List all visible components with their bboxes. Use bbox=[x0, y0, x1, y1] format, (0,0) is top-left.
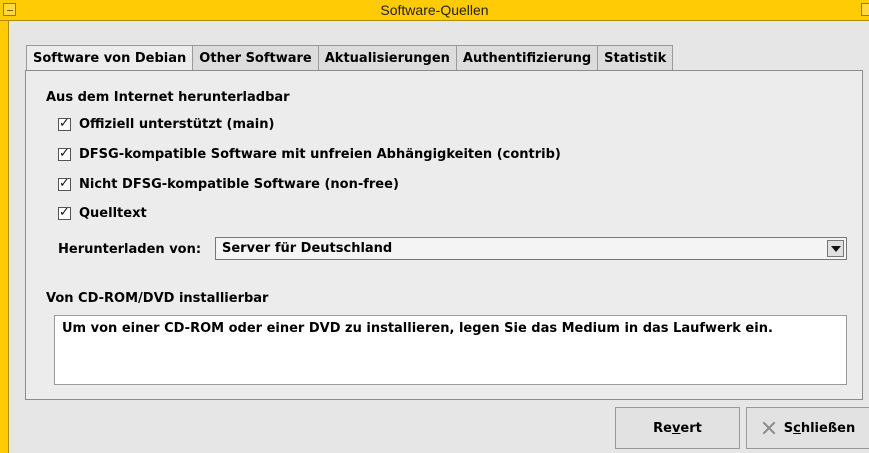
window-control-button[interactable] bbox=[861, 3, 869, 16]
checkbox-contrib-box[interactable] bbox=[58, 146, 71, 161]
checkbox-quelltext-label[interactable]: Quelltext bbox=[79, 206, 147, 221]
checkbox-main-label[interactable]: Offiziell unterstützt (main) bbox=[79, 117, 274, 132]
tab-authentifizierung[interactable]: Authentifizierung bbox=[455, 45, 599, 71]
close-button-label: Schließen bbox=[783, 420, 856, 436]
chevron-down-icon[interactable] bbox=[827, 240, 844, 257]
revert-button-label: Revert bbox=[653, 420, 702, 436]
checkbox-main-box[interactable] bbox=[58, 116, 71, 131]
cd-info-text: Um von einer CD-ROM oder einer DVD zu in… bbox=[62, 321, 773, 336]
internet-section-heading: Aus dem Internet herunterladbar bbox=[46, 90, 290, 105]
checkbox-main[interactable]: Offiziell unterstützt (main) bbox=[58, 116, 274, 132]
cd-section-heading: Von CD-ROM/DVD installierbar bbox=[46, 291, 269, 306]
tab-aktualisierungen[interactable]: Aktualisierungen bbox=[317, 45, 457, 71]
revert-button[interactable]: Revert bbox=[615, 407, 740, 449]
close-icon bbox=[761, 420, 777, 436]
checkbox-contrib[interactable]: DFSG-kompatible Software mit unfreien Ab… bbox=[58, 146, 561, 162]
window-titlebar[interactable]: Software-Quellen bbox=[0, 0, 869, 21]
download-from-label: Herunterladen von: bbox=[58, 242, 202, 257]
tab-other-software[interactable]: Other Software bbox=[192, 45, 319, 71]
tab-bar: Software von Debian Other Software Aktua… bbox=[26, 45, 674, 72]
cd-info-box: Um von einer CD-ROM oder einer DVD zu in… bbox=[54, 315, 847, 385]
checkbox-non-free-box[interactable] bbox=[58, 176, 71, 191]
download-server-select[interactable]: Server für Deutschland bbox=[215, 237, 847, 260]
checkbox-quelltext-box[interactable] bbox=[58, 205, 71, 220]
close-button[interactable]: Schließen bbox=[746, 407, 869, 449]
checkbox-non-free-label[interactable]: Nicht DFSG-kompatible Software (non-free… bbox=[79, 177, 399, 192]
checkbox-non-free[interactable]: Nicht DFSG-kompatible Software (non-free… bbox=[58, 176, 399, 192]
window-frame-left bbox=[0, 21, 9, 453]
checkbox-quelltext[interactable]: Quelltext bbox=[58, 205, 147, 221]
window-title: Software-Quellen bbox=[380, 2, 489, 18]
checkbox-contrib-label[interactable]: DFSG-kompatible Software mit unfreien Ab… bbox=[79, 147, 561, 162]
download-server-value: Server für Deutschland bbox=[222, 241, 393, 256]
tab-statistik[interactable]: Statistik bbox=[597, 45, 674, 71]
tab-software-von-debian[interactable]: Software von Debian bbox=[26, 45, 194, 72]
